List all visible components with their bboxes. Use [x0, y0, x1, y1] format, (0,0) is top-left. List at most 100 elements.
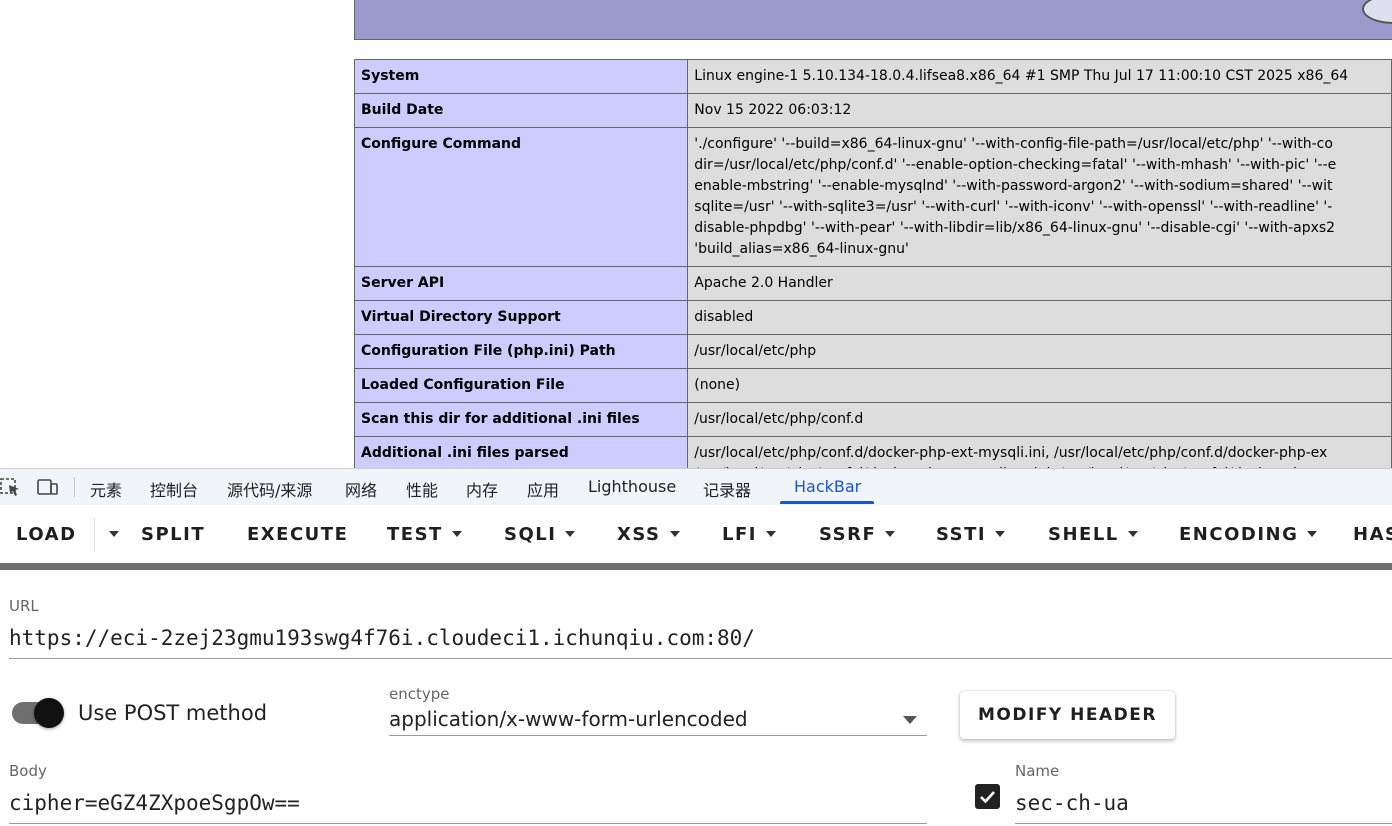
url-input-underline: [9, 658, 1392, 659]
ssti-label: SSTI: [936, 524, 987, 545]
test-menu-button[interactable]: TEST: [387, 524, 462, 545]
phpinfo-row-value: /usr/local/etc/php/conf.d: [687, 402, 1392, 437]
ssrf-label: SSRF: [819, 524, 877, 545]
phpinfo-row-value: /usr/local/etc/php/conf.d/docker-php-ext…: [687, 436, 1392, 468]
header-name-underline: [1015, 823, 1392, 824]
enctype-select[interactable]: application/x-www-form-urlencoded: [389, 707, 748, 731]
phpinfo-row-value: (none): [687, 368, 1392, 403]
phpinfo-row-label: Virtual Directory Support: [353, 300, 689, 335]
device-toolbar-icon[interactable]: [37, 477, 59, 497]
phpinfo-row-label: System: [353, 59, 689, 94]
xss-label: XSS: [617, 524, 661, 545]
tab-lighthouse[interactable]: Lighthouse: [588, 477, 676, 496]
inspect-element-icon[interactable]: [0, 477, 22, 497]
tab-network[interactable]: 网络: [345, 477, 377, 501]
phpinfo-row: Additional .ini files parsed/usr/local/e…: [353, 436, 1392, 468]
phpinfo-row: Configuration File (php.ini) Path/usr/lo…: [353, 334, 1392, 369]
toolbar-shadow: [0, 563, 1392, 570]
chevron-down-icon: [995, 531, 1006, 537]
phpinfo-row-value: /usr/local/etc/php: [687, 334, 1392, 369]
shell-label: SHELL: [1048, 524, 1119, 545]
phpinfo-row-label: Loaded Configuration File: [353, 368, 689, 403]
phpinfo-page: System Linux engine-1 5.10.134-18.0.4.lif…: [0, 0, 1392, 468]
phpinfo-value-line: disable-phpdbg' '--with-pear' '--with-li…: [694, 220, 1336, 236]
load-options-button[interactable]: [100, 524, 119, 545]
encoding-label: ENCODING: [1179, 524, 1299, 545]
modify-header-button[interactable]: MODIFY HEADER: [960, 691, 1175, 739]
tab-console[interactable]: 控制台: [150, 477, 198, 501]
phpinfo-row-label: Server API: [353, 266, 689, 301]
hackbar-toolbar: LOAD SPLIT EXECUTE TEST SQLI XSS LFI SSR…: [0, 505, 1392, 563]
phpinfo-row: Loaded Configuration File (none): [353, 368, 1392, 403]
phpinfo-value-line: sqlite=/usr' '--with-sqlite3=/usr' '--wi…: [694, 199, 1333, 215]
execute-button[interactable]: EXECUTE: [247, 524, 348, 545]
phpinfo-row: Configure Command './configure' '--build=…: [353, 127, 1392, 267]
tab-memory[interactable]: 内存: [466, 477, 498, 501]
tab-hackbar[interactable]: HackBar: [794, 477, 861, 496]
header-enabled-checkbox[interactable]: [975, 784, 1000, 809]
url-label: URL: [9, 597, 39, 615]
phpinfo-row: Build Date Nov 15 2022 06:03:12: [353, 93, 1392, 128]
post-method-toggle-knob[interactable]: [34, 698, 64, 728]
phpinfo-value-line: enable-mbstring' '--enable-mysqlnd' '--w…: [694, 178, 1333, 194]
phpinfo-value-line: Linux engine-1 5.10.134-18.0.4.lifsea8.x…: [694, 68, 1349, 84]
phpinfo-row: Server API Apache 2.0 Handler: [353, 266, 1392, 301]
phpinfo-row: Virtual Directory Support disabled: [353, 300, 1392, 335]
tab-elements[interactable]: 元素: [90, 477, 122, 501]
ssti-menu-button[interactable]: SSTI: [936, 524, 1006, 545]
chevron-down-icon: [565, 531, 576, 537]
enctype-label: enctype: [389, 685, 450, 703]
phpinfo-value-line: /usr/local/etc/php/conf.d/docker-php-ext…: [694, 445, 1328, 461]
ssrf-menu-button[interactable]: SSRF: [819, 524, 896, 545]
toolbar-divider: [94, 518, 95, 552]
chevron-down-icon: [885, 531, 896, 537]
shell-menu-button[interactable]: SHELL: [1048, 524, 1138, 545]
phpinfo-row-label: Configuration File (php.ini) Path: [353, 334, 689, 369]
dropdown-arrow-icon[interactable]: [903, 716, 917, 724]
phpinfo-value-line: dir=/usr/local/etc/php/conf.d' '--enable…: [694, 157, 1337, 173]
url-input[interactable]: https://eci-2zej23gmu193swg4f76i.cloudec…: [9, 626, 755, 650]
enctype-select-underline: [389, 735, 927, 736]
xss-menu-button[interactable]: XSS: [617, 524, 680, 545]
tab-sources[interactable]: 源代码/来源: [227, 477, 312, 501]
phpinfo-value-line: /usr/local/etc/php: [694, 343, 817, 359]
phpinfo-value-line: disabled: [694, 309, 754, 325]
tab-performance[interactable]: 性能: [406, 477, 438, 501]
phpinfo-row: System Linux engine-1 5.10.134-18.0.4.lif…: [353, 59, 1392, 94]
phpinfo-row-value: './configure' '--build=x86_64-linux-gnu'…: [687, 127, 1392, 267]
phpinfo-value-line: (none): [694, 377, 741, 393]
toolbar-divider: [74, 477, 75, 497]
body-input[interactable]: cipher=eGZ4ZXpoeSgpOw==: [9, 791, 300, 815]
phpinfo-row-value: Apache 2.0 Handler: [687, 266, 1392, 301]
chevron-down-icon: [1307, 531, 1318, 537]
lfi-menu-button[interactable]: LFI: [722, 524, 776, 545]
tab-application[interactable]: 应用: [527, 477, 559, 501]
checkmark-icon: [980, 791, 995, 804]
lfi-label: LFI: [722, 524, 757, 545]
phpinfo-row-label: Scan this dir for additional .ini files: [353, 402, 689, 437]
hashing-menu-button[interactable]: HAS: [1353, 524, 1392, 545]
load-button[interactable]: LOAD: [16, 524, 77, 545]
encoding-menu-button[interactable]: ENCODING: [1179, 524, 1318, 545]
body-label: Body: [9, 762, 47, 780]
chevron-down-icon: [109, 531, 119, 537]
chevron-down-icon: [1127, 531, 1138, 537]
devtools-tab-bar: 元素 控制台 源代码/来源 网络 性能 内存 应用 Lighthouse 记录器…: [0, 468, 1392, 506]
sqli-label: SQLI: [504, 524, 557, 545]
tab-recorder[interactable]: 记录器: [703, 477, 751, 501]
active-tab-indicator: [780, 501, 874, 504]
phpinfo-row-label: Additional .ini files parsed: [353, 436, 689, 468]
phpinfo-row-label: Build Date: [353, 93, 689, 128]
post-method-label: Use POST method: [78, 701, 268, 725]
phpinfo-value-line: 'build_alias=x86_64-linux-gnu': [694, 241, 909, 257]
phpinfo-row-value: Linux engine-1 5.10.134-18.0.4.lifsea8.x…: [687, 59, 1392, 94]
split-button[interactable]: SPLIT: [141, 524, 205, 545]
phpinfo-header-banner: [354, 0, 1392, 40]
sqli-menu-button[interactable]: SQLI: [504, 524, 576, 545]
phpinfo-row: Scan this dir for additional .ini files /…: [353, 402, 1392, 437]
chevron-down-icon: [765, 531, 776, 537]
header-name-input[interactable]: sec-ch-ua: [1015, 791, 1129, 815]
header-name-label: Name: [1015, 762, 1060, 780]
phpinfo-value-line: './configure' '--build=x86_64-linux-gnu'…: [694, 136, 1333, 152]
test-label: TEST: [387, 524, 443, 545]
